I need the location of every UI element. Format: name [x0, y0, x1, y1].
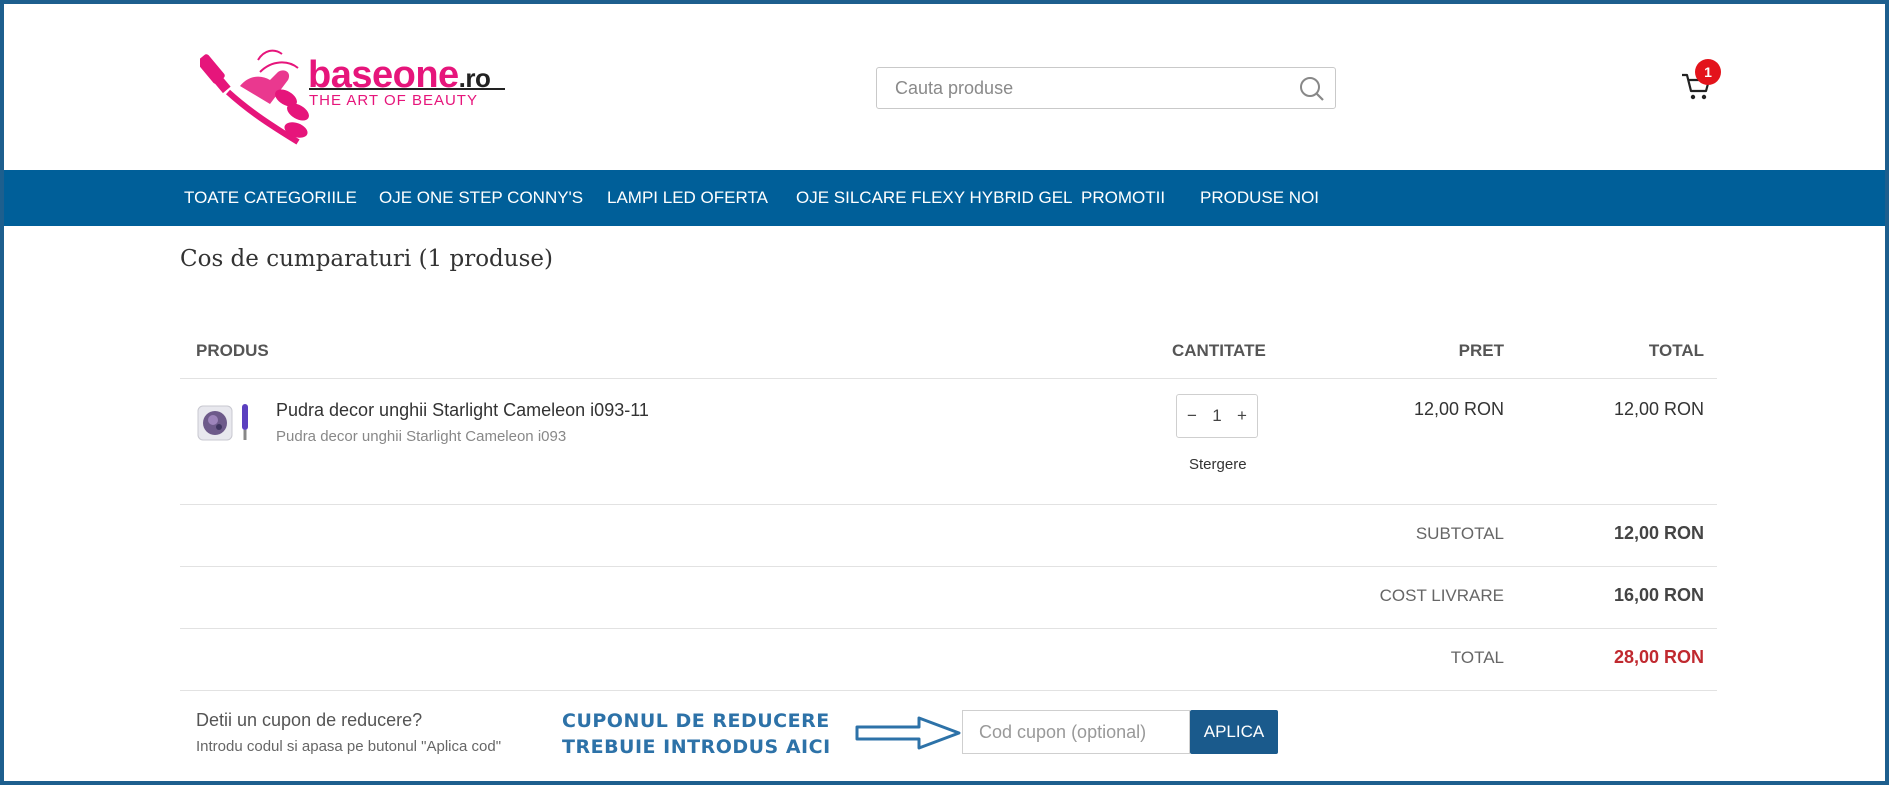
- coupon-annotation: CUPONUL DE REDUCERE TREBUIE INTRODUS AIC…: [562, 708, 831, 760]
- nav-item-produse-noi[interactable]: PRODUSE NOI: [1200, 170, 1319, 226]
- logo-underline: [309, 88, 505, 90]
- nav-item-promotii[interactable]: PROMOTII: [1081, 170, 1165, 226]
- logo-tagline: THE ART OF BEAUTY: [309, 92, 478, 109]
- logo-wordmark[interactable]: baseone.ro: [308, 54, 491, 97]
- total-value: 28,00 RON: [1613, 647, 1704, 667]
- search-icon[interactable]: [1299, 76, 1325, 102]
- nav-item-oje-silcare[interactable]: OJE SILCARE FLEXY HYBRID GEL: [796, 170, 1073, 226]
- subtotal-value: 12,00 RON: [1613, 523, 1704, 543]
- divider: [180, 690, 1717, 691]
- divider: [180, 378, 1717, 379]
- col-header-price: PRET: [1458, 341, 1504, 360]
- coupon-hint: Introdu codul si apasa pe butonul "Aplic…: [196, 738, 502, 755]
- annotation-line-1: CUPONUL DE REDUCERE: [562, 710, 830, 732]
- qty-increase-button[interactable]: +: [1231, 395, 1253, 437]
- nav-item-toate-categoriile[interactable]: TOATE CATEGORIILE: [184, 170, 357, 226]
- remove-item-link[interactable]: Stergere: [1189, 456, 1247, 473]
- col-header-product: PRODUS: [196, 341, 269, 360]
- product-name[interactable]: Pudra decor unghii Starlight Cameleon i0…: [276, 400, 649, 421]
- nav-item-lampi-led[interactable]: LAMPI LED OFERTA: [607, 170, 768, 226]
- total-label: TOTAL: [1450, 648, 1504, 667]
- subtotal-label: SUBTOTAL: [1415, 524, 1504, 543]
- quantity-stepper: − 1 +: [1176, 394, 1258, 438]
- coupon-question: Detii un cupon de reducere?: [196, 710, 423, 730]
- shipping-value: 16,00 RON: [1613, 585, 1704, 605]
- page-frame: baseone.ro THE ART OF BEAUTY 1 TOATE CAT…: [0, 0, 1889, 785]
- col-header-qty: CANTITATE: [1172, 341, 1266, 360]
- divider: [180, 504, 1717, 505]
- apply-coupon-button[interactable]: APLICA: [1190, 710, 1278, 754]
- col-header-total: TOTAL: [1648, 341, 1704, 360]
- annotation-line-2: TREBUIE INTRODUS AICI: [562, 736, 831, 758]
- qty-decrease-button[interactable]: −: [1181, 395, 1203, 437]
- item-price: 12,00 RON: [1413, 399, 1504, 419]
- divider: [180, 628, 1717, 629]
- page-title: Cos de cumparaturi (1 produse): [180, 246, 553, 272]
- coupon-input[interactable]: [977, 711, 1181, 753]
- product-thumbnail[interactable]: [196, 400, 254, 446]
- search-input[interactable]: [893, 68, 1297, 108]
- arrow-right-icon: [855, 716, 961, 750]
- item-total: 12,00 RON: [1613, 399, 1704, 419]
- nav-item-oje-one-step[interactable]: OJE ONE STEP CONNY'S: [379, 170, 583, 226]
- qty-value[interactable]: 1: [1205, 395, 1229, 437]
- search-box: [876, 67, 1336, 109]
- product-variant: Pudra decor unghii Starlight Cameleon i0…: [276, 428, 567, 445]
- shipping-label: COST LIVRARE: [1379, 586, 1504, 605]
- cart-count-badge: 1: [1695, 59, 1721, 85]
- divider: [180, 566, 1717, 567]
- coupon-field: [962, 710, 1190, 754]
- main-nav: TOATE CATEGORIILE OJE ONE STEP CONNY'S L…: [4, 170, 1885, 226]
